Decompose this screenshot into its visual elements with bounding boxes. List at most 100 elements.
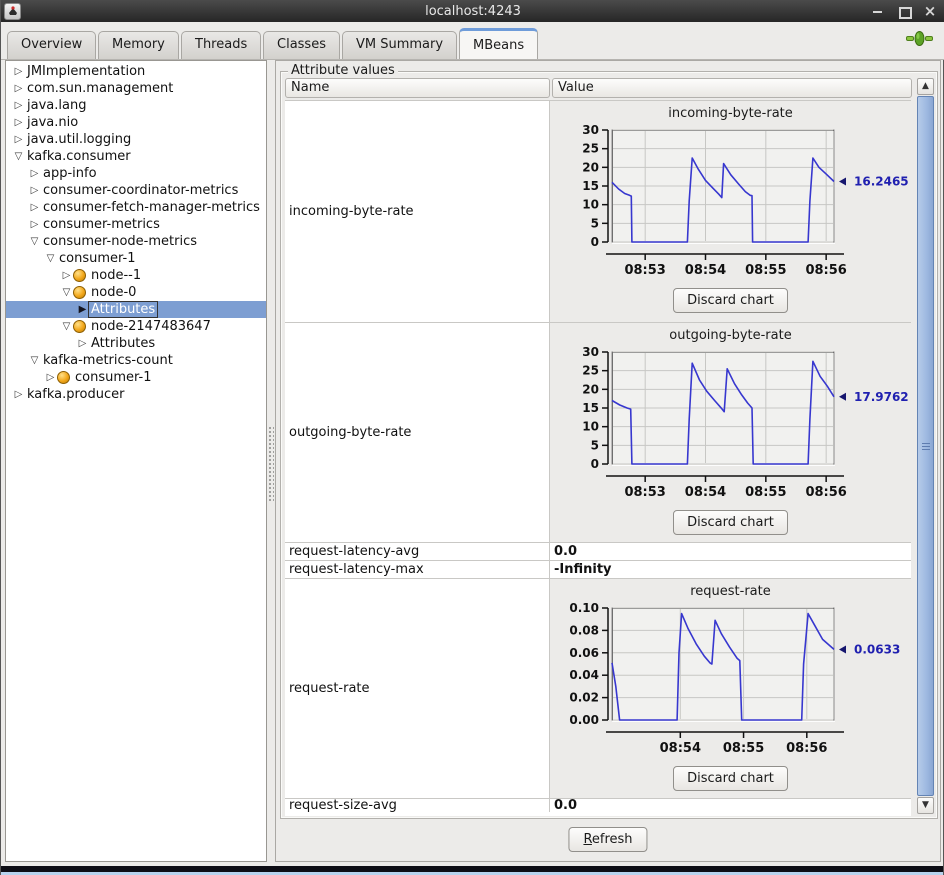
attr-value[interactable]: -Infinity xyxy=(550,561,911,578)
attribute-values-group: Attribute values Name Value incoming-byt… xyxy=(280,71,938,819)
tree-item-com-sun-management[interactable]: ▷com.sun.management xyxy=(6,80,266,97)
tree-item-node-0[interactable]: ▽ node-0 xyxy=(6,284,266,301)
tree-item-label[interactable]: kafka.consumer xyxy=(25,149,133,164)
tree-item-label[interactable]: com.sun.management xyxy=(25,81,175,96)
tree-item-label[interactable]: consumer-metrics xyxy=(41,217,162,232)
tree-item-label[interactable]: kafka-metrics-count xyxy=(41,353,175,368)
tree-expand-icon[interactable]: ▷ xyxy=(12,83,25,94)
tree-item-label[interactable]: java.lang xyxy=(25,98,88,113)
tree-item-consumer-coordinator-metrics[interactable]: ▷consumer-coordinator-metrics xyxy=(6,182,266,199)
tree-item-label[interactable]: consumer-fetch-manager-metrics xyxy=(41,200,262,215)
tree-item-label[interactable]: consumer-node-metrics xyxy=(41,234,199,249)
tree-item-label[interactable]: JMImplementation xyxy=(25,64,147,79)
tree-collapse-icon[interactable]: ▽ xyxy=(28,236,41,247)
tree-expand-icon[interactable]: ▷ xyxy=(76,338,89,349)
svg-text:30: 30 xyxy=(582,346,599,359)
tab-overview[interactable]: Overview xyxy=(7,31,96,59)
discard-chart-button[interactable]: Discard chart xyxy=(673,766,788,791)
tree-collapse-icon[interactable]: ▽ xyxy=(44,253,57,264)
tab-vm-summary[interactable]: VM Summary xyxy=(342,31,457,59)
tree-expand-icon[interactable]: ▶ xyxy=(76,304,89,315)
tab-mbeans[interactable]: MBeans xyxy=(459,28,538,59)
tree-item-java-lang[interactable]: ▷java.lang xyxy=(6,97,266,114)
tab-threads[interactable]: Threads xyxy=(181,31,261,59)
connection-status-icon xyxy=(906,30,933,51)
tree-expand-icon[interactable]: ▷ xyxy=(12,117,25,128)
tree-item-label[interactable]: Attributes xyxy=(89,336,157,351)
svg-text:08:53: 08:53 xyxy=(624,263,665,278)
scrollbar-thumb[interactable] xyxy=(917,96,934,796)
discard-chart-button[interactable]: Discard chart xyxy=(673,510,788,535)
tree-item-kafka-producer[interactable]: ▷kafka.producer xyxy=(6,386,266,403)
minimize-icon[interactable] xyxy=(871,4,885,18)
column-header-value[interactable]: Value xyxy=(552,78,912,98)
attr-name[interactable]: request-size-avg xyxy=(285,799,550,812)
tree-item-attributes[interactable]: ▷Attributes xyxy=(6,335,266,352)
tree-item-consumer-node-metrics[interactable]: ▽consumer-node-metrics xyxy=(6,233,266,250)
tree-item-label[interactable]: consumer-coordinator-metrics xyxy=(41,183,240,198)
tab-classes[interactable]: Classes xyxy=(263,31,340,59)
tree-expand-icon[interactable]: ▷ xyxy=(60,270,73,281)
tree-collapse-icon[interactable]: ▽ xyxy=(60,287,73,298)
tree-collapse-icon[interactable]: ▽ xyxy=(12,151,25,162)
tree-expand-icon[interactable]: ▷ xyxy=(28,202,41,213)
svg-text:15: 15 xyxy=(582,179,599,193)
attr-value[interactable]: 0.0 xyxy=(550,543,911,560)
tree-item-consumer-metrics[interactable]: ▷consumer-metrics xyxy=(6,216,266,233)
tree-item-node-1[interactable]: ▷ node--1 xyxy=(6,267,266,284)
tree-item-label[interactable]: consumer-1 xyxy=(57,251,138,266)
splitter-grip[interactable] xyxy=(268,426,274,502)
timeseries-chart: 0.000.020.040.060.080.1008:5408:5508:560… xyxy=(552,602,910,760)
tree-item-attributes[interactable]: ▶Attributes xyxy=(6,301,266,318)
tree-item-node-2147483647[interactable]: ▽ node-2147483647 xyxy=(6,318,266,335)
scroll-up-icon[interactable]: ▲ xyxy=(917,78,934,95)
tree-collapse-icon[interactable]: ▽ xyxy=(60,321,73,332)
tree-expand-icon[interactable]: ▷ xyxy=(12,100,25,111)
tree-item-consumer-fetch-manager-metrics[interactable]: ▷consumer-fetch-manager-metrics xyxy=(6,199,266,216)
split-pane-divider[interactable] xyxy=(267,60,275,862)
discard-chart-button[interactable]: Discard chart xyxy=(673,288,788,313)
refresh-button[interactable]: Refresh xyxy=(568,827,647,852)
tree-item-label[interactable]: java.nio xyxy=(25,115,80,130)
tree-collapse-icon[interactable]: ▽ xyxy=(28,355,41,366)
table-row: request-size-avg 0.0 xyxy=(285,799,911,812)
attr-value[interactable]: 0.0 xyxy=(550,799,911,812)
maximize-icon[interactable] xyxy=(897,4,911,18)
tree-item-jmimplementation[interactable]: ▷JMImplementation xyxy=(6,63,266,80)
tree-expand-icon[interactable]: ▷ xyxy=(12,389,25,400)
tree-item-label[interactable]: consumer-1 xyxy=(73,370,154,385)
tree-item-label[interactable]: node-0 xyxy=(89,285,138,300)
tree-item-kafka-consumer[interactable]: ▽kafka.consumer xyxy=(6,148,266,165)
attr-name[interactable]: request-latency-avg xyxy=(285,543,550,560)
tree-item-label[interactable]: java.util.logging xyxy=(25,132,133,147)
tree-item-label[interactable]: Attributes xyxy=(89,302,157,317)
tree-item-label[interactable]: app-info xyxy=(41,166,99,181)
tree-item-java-util-logging[interactable]: ▷java.util.logging xyxy=(6,131,266,148)
close-icon[interactable]: × xyxy=(923,4,937,18)
vertical-scrollbar[interactable]: ▲ ▼ xyxy=(917,78,934,814)
tree-expand-icon[interactable]: ▷ xyxy=(28,185,41,196)
tree-item-app-info[interactable]: ▷app-info xyxy=(6,165,266,182)
tab-memory[interactable]: Memory xyxy=(98,31,179,59)
svg-text:20: 20 xyxy=(582,382,599,396)
chart-title: request-rate xyxy=(690,584,771,602)
tree-item-label[interactable]: node-2147483647 xyxy=(89,319,213,334)
tree-item-label[interactable]: kafka.producer xyxy=(25,387,127,402)
tree-expand-icon[interactable]: ▷ xyxy=(28,168,41,179)
tree-item-consumer-1[interactable]: ▽consumer-1 xyxy=(6,250,266,267)
attr-name[interactable]: request-rate xyxy=(285,579,550,798)
scroll-down-icon[interactable]: ▼ xyxy=(917,797,934,814)
attr-name[interactable]: outgoing-byte-rate xyxy=(285,323,550,542)
tree-item-kafka-metrics-count[interactable]: ▽kafka-metrics-count xyxy=(6,352,266,369)
tree-item-java-nio[interactable]: ▷java.nio xyxy=(6,114,266,131)
tree-expand-icon[interactable]: ▷ xyxy=(12,66,25,77)
tree-item-label[interactable]: node--1 xyxy=(89,268,143,283)
attr-name[interactable]: incoming-byte-rate xyxy=(285,101,550,322)
column-header-name[interactable]: Name xyxy=(285,78,550,98)
tree-expand-icon[interactable]: ▷ xyxy=(12,134,25,145)
tree-expand-icon[interactable]: ▷ xyxy=(28,219,41,230)
attr-name[interactable]: request-latency-max xyxy=(285,561,550,578)
tree-item-consumer-1[interactable]: ▷ consumer-1 xyxy=(6,369,266,386)
tree-expand-icon[interactable]: ▷ xyxy=(44,372,57,383)
mbeans-tree: ▷JMImplementation▷com.sun.management▷jav… xyxy=(5,60,267,862)
